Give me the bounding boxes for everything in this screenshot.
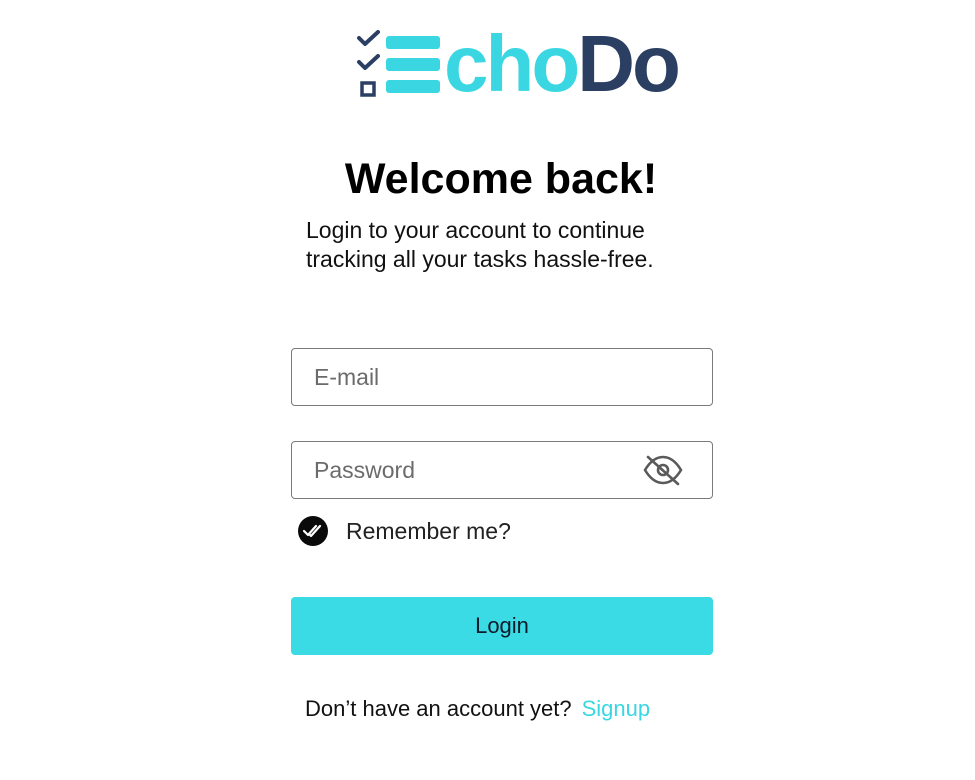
password-field-container bbox=[291, 441, 713, 499]
logo-text-accent: cho bbox=[444, 19, 580, 108]
logo-wordmark: cho Do bbox=[386, 19, 681, 108]
signup-link[interactable]: Signup bbox=[582, 696, 651, 722]
email-field-container bbox=[291, 348, 713, 406]
remember-me-toggle[interactable]: Remember me? bbox=[298, 514, 511, 548]
logo-e-bars bbox=[386, 32, 442, 96]
page-subtitle: Login to your account to continue tracki… bbox=[306, 217, 654, 272]
signup-row: Don’t have an account yet? Signup bbox=[305, 694, 650, 724]
login-button[interactable]: Login bbox=[291, 597, 713, 655]
email-input[interactable] bbox=[292, 349, 634, 405]
signup-prompt: Don’t have an account yet? bbox=[305, 696, 572, 721]
logo-text-dark: Do bbox=[577, 19, 681, 108]
password-input[interactable] bbox=[292, 442, 634, 498]
remember-me-label: Remember me? bbox=[346, 517, 511, 544]
page-title: Welcome back! bbox=[344, 155, 658, 203]
app-logo: cho Do bbox=[356, 19, 681, 108]
checklist-icon bbox=[356, 29, 382, 99]
eye-off-icon[interactable] bbox=[642, 454, 684, 486]
double-check-icon[interactable] bbox=[298, 516, 328, 546]
